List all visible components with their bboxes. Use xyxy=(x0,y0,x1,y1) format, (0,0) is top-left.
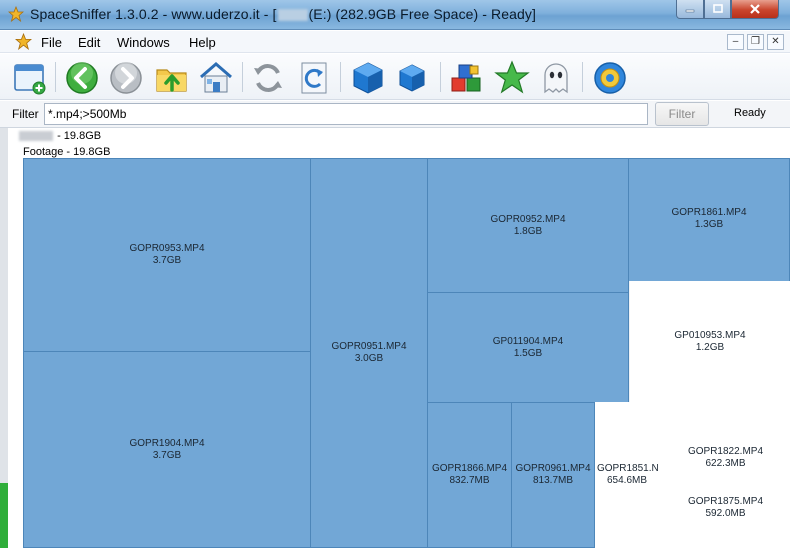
filter-bar: Filter Filter Ready xyxy=(0,101,790,128)
file-tile[interactable]: GOPR1822.MP4 622.3MB xyxy=(661,402,790,474)
file-tile[interactable]: GP010953.MP4 1.2GB xyxy=(629,281,790,403)
file-name: GOPR1875.MP4 xyxy=(687,496,764,507)
minimize-button[interactable] xyxy=(676,0,704,19)
file-tile[interactable]: GOPR0961.MP4 813.7MB xyxy=(511,402,595,548)
file-size: 3.7GB xyxy=(152,449,182,461)
favorites-star-icon[interactable] xyxy=(494,60,530,96)
menu-windows[interactable]: Windows xyxy=(117,35,170,50)
redacted-drive-name xyxy=(19,131,53,142)
maximize-button[interactable] xyxy=(704,0,731,19)
mdi-close-icon: ✕ xyxy=(771,36,780,47)
file-size: 622.3MB xyxy=(705,458,746,469)
file-size: 654.6MB xyxy=(607,475,648,486)
status-text: Ready xyxy=(734,107,766,119)
file-size: 813.7MB xyxy=(532,475,574,486)
filter-input[interactable] xyxy=(44,103,648,125)
title-bar[interactable]: SpaceSniffer 1.3.0.2 - www.uderzo.it - [… xyxy=(0,0,790,30)
file-name: GP010953.MP4 xyxy=(674,330,746,341)
file-tile[interactable]: GOPR1904.MP4 3.7GB xyxy=(23,351,311,548)
menu-bar: File Edit Windows Help – ❐ ✕ xyxy=(0,31,790,53)
menu-edit[interactable]: Edit xyxy=(78,35,100,50)
file-name: GOPR0961.MP4 xyxy=(515,463,591,474)
minimize-icon xyxy=(685,9,695,13)
treemap-view[interactable]: - 19.8GB Footage - 19.8GB GOPR0953.MP4 3… xyxy=(0,128,790,548)
settings-icon[interactable] xyxy=(592,60,628,96)
file-size: 1.3GB xyxy=(694,219,724,230)
window-title-prefix: SpaceSniffer 1.3.0.2 - www.uderzo.it - [ xyxy=(30,6,277,22)
scan-progress-strip xyxy=(0,128,8,548)
toolbar xyxy=(0,54,790,100)
file-name: GOPR1822.MP4 xyxy=(687,446,764,457)
home-icon[interactable] xyxy=(198,60,234,96)
maximize-icon xyxy=(712,4,723,13)
folder-label[interactable]: Footage - 19.8GB xyxy=(23,146,110,158)
file-size: 1.5GB xyxy=(513,347,543,359)
file-name: GOPR0953.MP4 xyxy=(129,243,205,254)
filter-button[interactable]: Filter xyxy=(655,102,709,126)
filter-label: Filter xyxy=(12,107,39,121)
file-size: 3.0GB xyxy=(354,353,384,364)
file-tile[interactable]: GOPR0953.MP4 3.7GB xyxy=(23,158,311,352)
file-name: GP011904.MP4 xyxy=(492,335,564,347)
file-tile[interactable]: GOPR1866.MP4 832.7MB xyxy=(427,402,512,548)
file-tile[interactable]: GOPR1861.MP4 1.3GB xyxy=(628,158,790,282)
file-tile[interactable]: GOPR1851.N 654.6MB xyxy=(595,402,661,548)
zoom-out-icon[interactable] xyxy=(394,60,430,96)
file-name: GOPR1904.MP4 xyxy=(129,437,205,449)
file-size: 3.7GB xyxy=(152,255,182,266)
menu-file[interactable]: File xyxy=(41,35,62,50)
file-tile[interactable]: GOPR0952.MP4 1.8GB xyxy=(427,158,629,293)
mdi-restore-button[interactable]: ❐ xyxy=(747,34,764,50)
file-name: GOPR1866.MP4 xyxy=(431,463,508,474)
back-icon[interactable] xyxy=(64,60,100,96)
mdi-restore-icon: ❐ xyxy=(751,36,760,47)
file-name: GOPR0952.MP4 xyxy=(490,213,566,225)
root-size: - 19.8GB xyxy=(57,130,102,142)
ghost-icon[interactable] xyxy=(538,60,574,96)
file-size: 592.0MB xyxy=(705,508,746,519)
file-name: GOPR1851.N xyxy=(597,463,659,474)
refresh-view-icon[interactable] xyxy=(296,60,332,96)
file-name: GOPR0951.MP4 xyxy=(331,341,407,352)
zoom-in-icon[interactable] xyxy=(350,60,386,96)
mdi-close-button[interactable]: ✕ xyxy=(767,34,784,50)
file-tile[interactable]: GP011904.MP4 1.5GB xyxy=(427,292,629,403)
file-size: 1.2GB xyxy=(695,342,725,353)
mdi-minimize-button[interactable]: – xyxy=(727,34,744,50)
mdi-minimize-icon: – xyxy=(732,36,739,47)
document-star-icon[interactable] xyxy=(15,33,32,50)
window-title-suffix: (E:) (282.9GB Free Space) - Ready] xyxy=(308,6,537,22)
redacted-volume-name xyxy=(277,9,308,22)
go-up-folder-icon[interactable] xyxy=(154,60,190,96)
close-button[interactable] xyxy=(731,0,779,19)
window-title: SpaceSniffer 1.3.0.2 - www.uderzo.it - [… xyxy=(30,6,536,22)
file-name: GOPR1861.MP4 xyxy=(671,207,747,218)
close-icon xyxy=(750,4,760,14)
new-scan-icon[interactable] xyxy=(12,60,48,96)
file-tile[interactable]: GOPR0951.MP4 3.0GB xyxy=(310,158,428,548)
refresh-icon[interactable] xyxy=(250,60,286,96)
root-drive-label[interactable]: - 19.8GB xyxy=(18,130,101,142)
scan-progress-fill xyxy=(0,483,8,548)
forward-icon[interactable] xyxy=(108,60,144,96)
menu-help[interactable]: Help xyxy=(189,35,216,50)
spacesniffer-app-icon xyxy=(8,6,24,22)
tags-icon[interactable] xyxy=(448,60,484,96)
file-tile[interactable]: GOPR1875.MP4 592.0MB xyxy=(661,474,790,548)
file-size: 1.8GB xyxy=(513,225,543,237)
file-size: 832.7MB xyxy=(449,475,490,486)
